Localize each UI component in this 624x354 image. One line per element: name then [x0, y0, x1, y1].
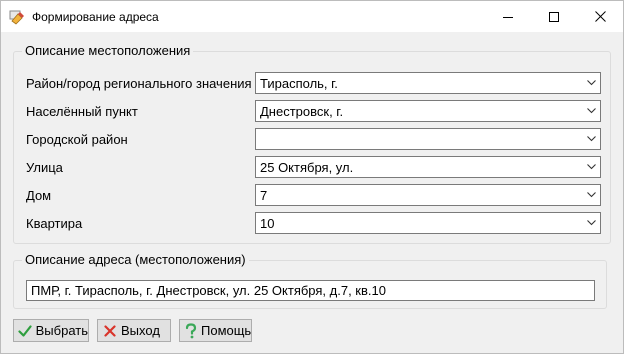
district-value: Тирасполь, г. [260, 75, 338, 91]
close-icon [594, 11, 606, 22]
settlement-label: Населённый пункт [26, 104, 138, 119]
question-icon [184, 322, 198, 339]
select-button-label: Выбрать [35, 323, 88, 338]
chevron-down-icon[interactable] [582, 129, 600, 149]
street-value: 25 Октября, ул. [260, 159, 354, 175]
settlement-value: Днестровск, г. [260, 103, 344, 119]
address-dialog: Формирование адреса Описание местоположе… [0, 0, 624, 354]
exit-button[interactable]: Выход [97, 319, 171, 342]
address-group-title: Описание адреса (местоположения) [22, 252, 249, 267]
district-label: Район/город регионального значения [26, 76, 252, 91]
apartment-value: 10 [260, 215, 275, 231]
window-title: Формирование адреса [32, 10, 159, 24]
exit-button-label: Выход [121, 323, 160, 338]
street-combo[interactable]: 25 Октября, ул. [255, 156, 601, 178]
chevron-down-icon[interactable] [582, 73, 600, 93]
location-group: Описание местоположения Район/город реги… [13, 43, 611, 244]
chevron-down-icon[interactable] [582, 101, 600, 121]
address-group: Описание адреса (местоположения) ПМР, г.… [13, 252, 607, 309]
close-button[interactable] [577, 1, 623, 32]
maximize-icon [549, 11, 559, 22]
help-button[interactable]: Помощь [179, 319, 252, 342]
app-icon [9, 9, 25, 25]
house-label: Дом [26, 188, 52, 203]
city-district-combo[interactable] [255, 128, 601, 150]
house-combo[interactable]: 7 [255, 184, 601, 206]
address-field[interactable]: ПМР, г. Тирасполь, г. Днестровск, ул. 25… [26, 280, 595, 301]
apartment-combo[interactable]: 10 [255, 212, 601, 234]
chevron-down-icon[interactable] [582, 185, 600, 205]
select-button[interactable]: Выбрать [13, 319, 89, 342]
city-district-label: Городской район [26, 132, 128, 147]
minimize-button[interactable] [485, 1, 531, 32]
chevron-down-icon[interactable] [582, 213, 600, 233]
minimize-icon [503, 16, 513, 18]
chevron-down-icon[interactable] [582, 157, 600, 177]
cross-icon [102, 323, 118, 339]
maximize-button[interactable] [531, 1, 577, 32]
settlement-combo[interactable]: Днестровск, г. [255, 100, 601, 122]
location-group-title: Описание местоположения [22, 43, 194, 58]
street-label: Улица [26, 160, 63, 175]
checkmark-icon [18, 323, 33, 339]
title-bar[interactable]: Формирование адреса [1, 1, 623, 32]
help-button-label: Помощь [201, 323, 252, 338]
apartment-label: Квартира [26, 216, 83, 231]
house-value: 7 [260, 187, 268, 203]
district-combo[interactable]: Тирасполь, г. [255, 72, 601, 94]
